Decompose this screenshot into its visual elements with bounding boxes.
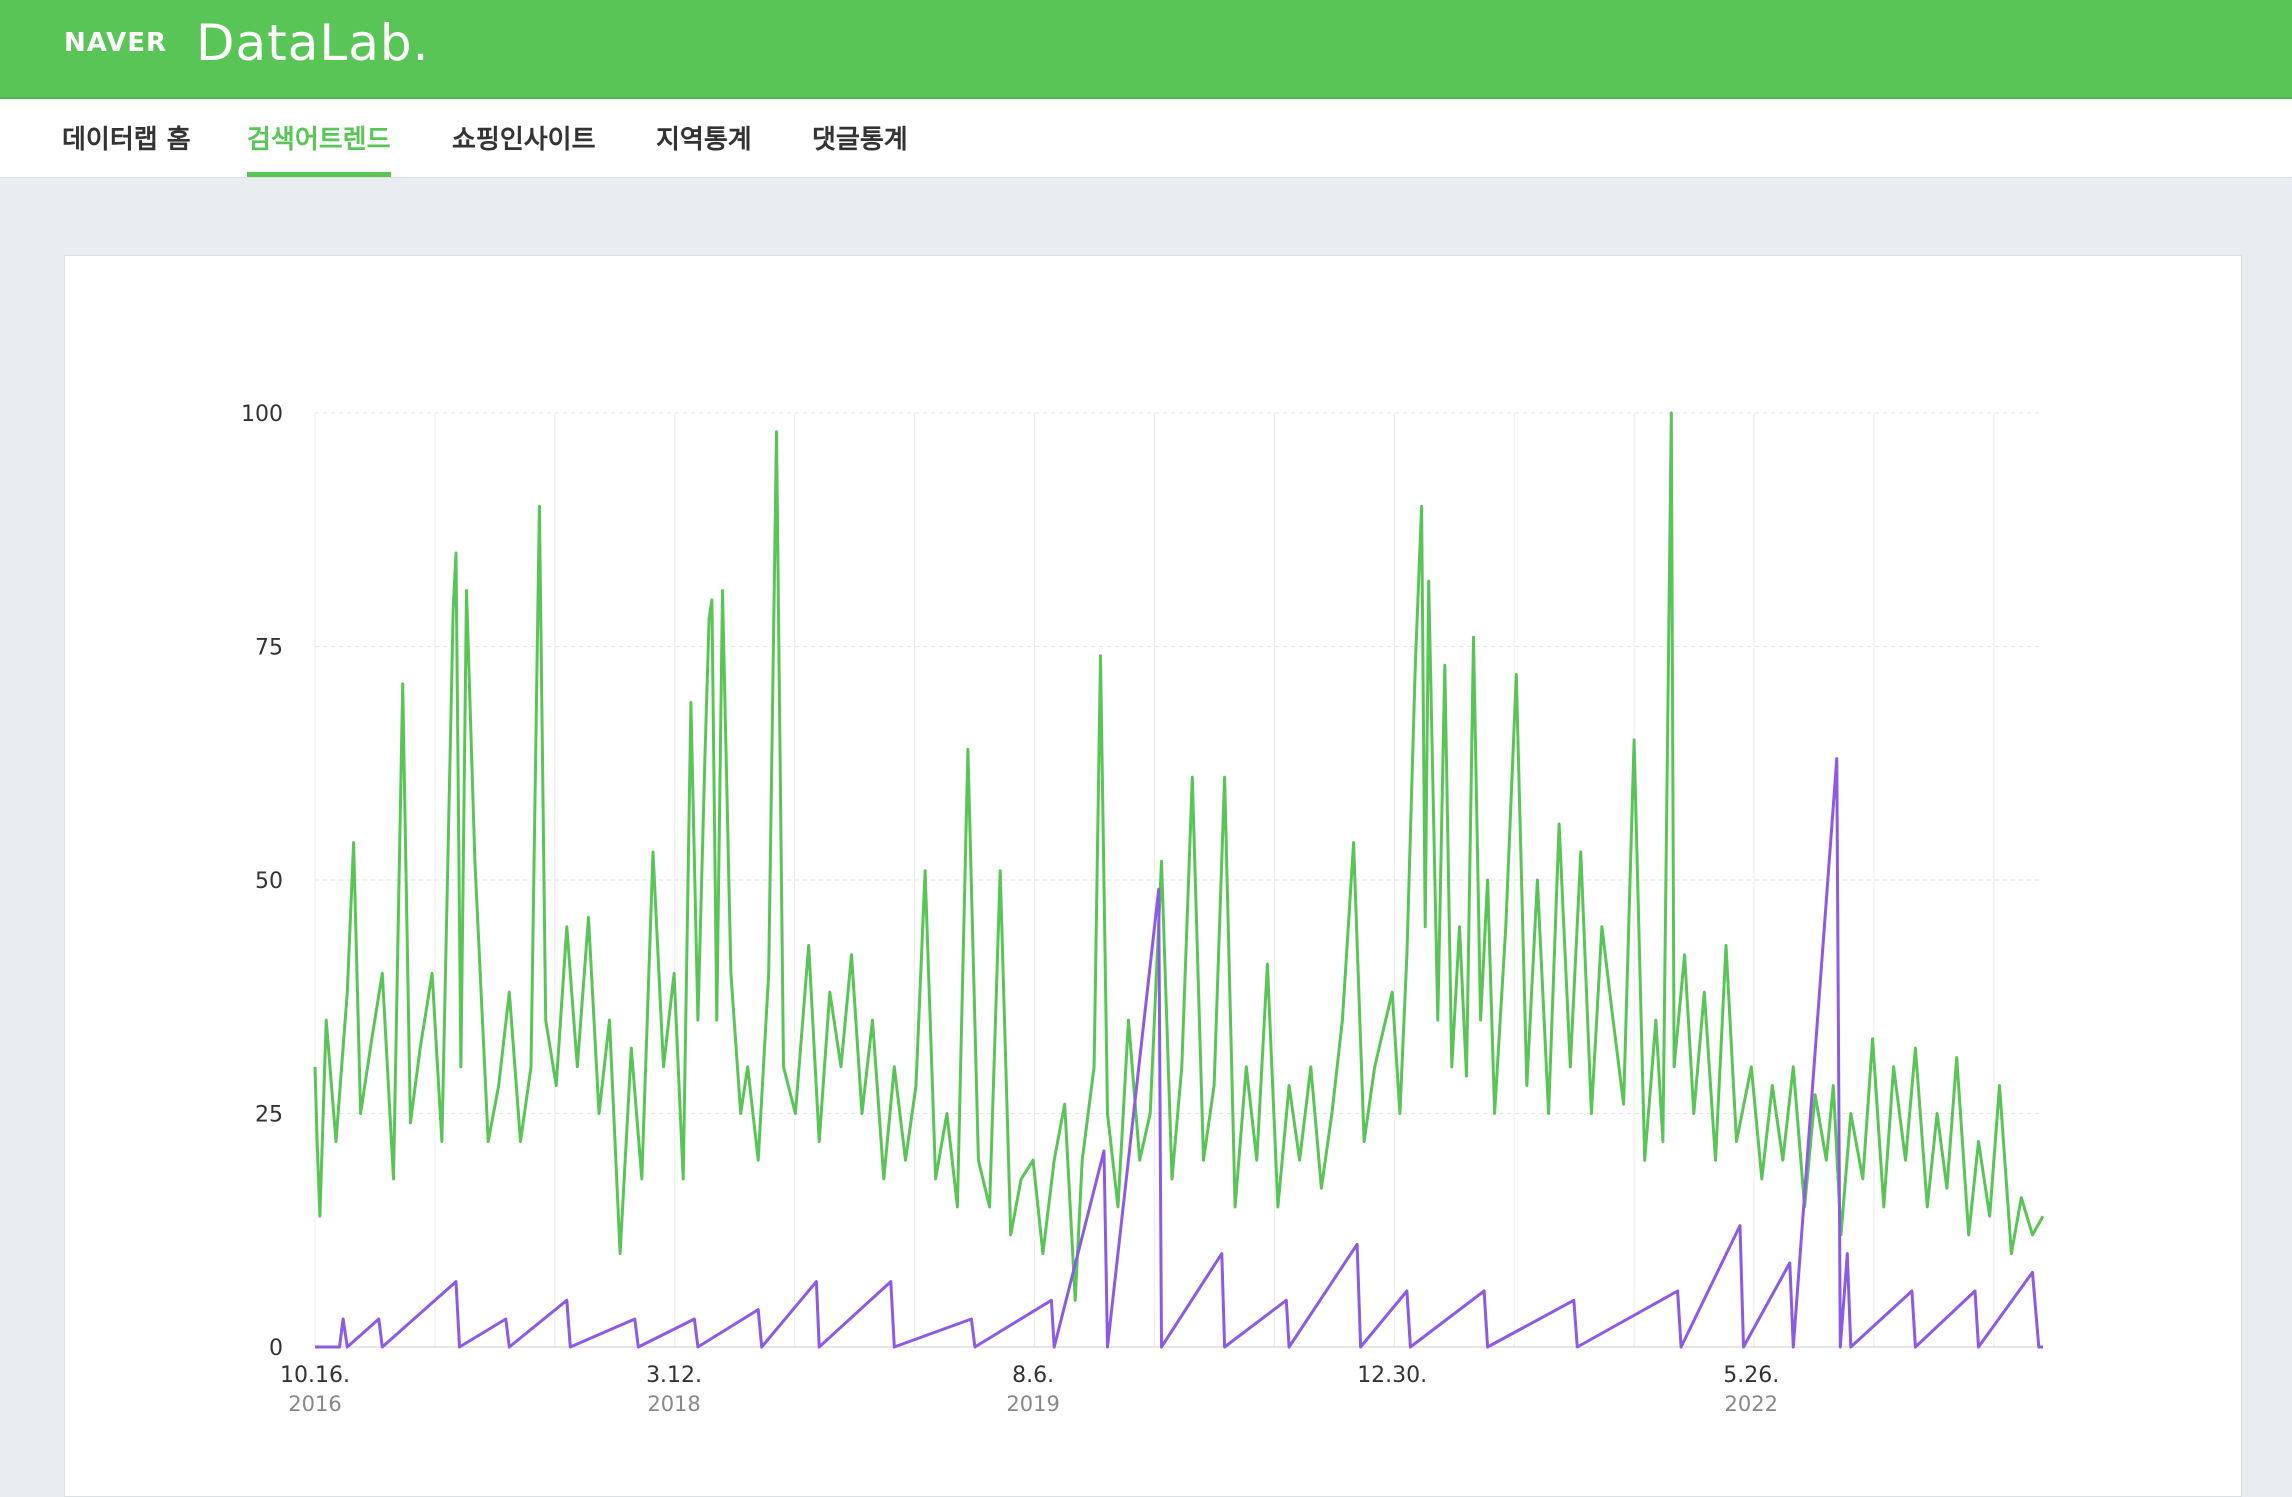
y-tick-label: 100 — [241, 402, 283, 427]
y-tick-label: 50 — [255, 869, 283, 894]
x-tick-year-label: 2022 — [1725, 1392, 1778, 1416]
series-line-purple — [315, 757, 2043, 1349]
y-tick-label: 75 — [255, 636, 283, 661]
nav-item-shopping-insight[interactable]: 쇼핑인사이트 — [452, 119, 596, 177]
nav-item-comment-stats[interactable]: 댓글통계 — [812, 119, 908, 177]
datalab-logo[interactable]: DataLab. — [196, 14, 430, 72]
nav-item-datalab-home[interactable]: 데이터랩 홈 — [62, 119, 191, 177]
y-tick-label: 0 — [269, 1336, 283, 1361]
chart-card: 0 25 50 75 100 10.16. 2016 3.12. 2018 8.6. 2019 12.… — [64, 255, 2242, 1497]
x-tick-label: 12.30. — [1357, 1363, 1427, 1388]
x-tick-year-label: 2019 — [1006, 1392, 1059, 1416]
y-tick-label: 25 — [255, 1103, 283, 1128]
series-line-green — [313, 411, 2045, 1302]
top-header-bar: NAVER DataLab. — [0, 0, 2292, 99]
x-tick-label: 8.6. — [1012, 1363, 1054, 1388]
trend-chart: 0 25 50 75 100 10.16. 2016 3.12. 2018 8.6. 2019 12.… — [241, 402, 2045, 1416]
x-tick-year-label: 2016 — [288, 1392, 341, 1416]
x-tick-year-label: 2018 — [647, 1392, 700, 1416]
x-tick-label: 10.16. — [280, 1363, 350, 1388]
main-nav: 데이터랩 홈 검색어트렌드 쇼핑인사이트 지역통계 댓글통계 — [0, 99, 2292, 178]
x-tick-label: 3.12. — [646, 1363, 702, 1388]
nav-item-regional-stats[interactable]: 지역통계 — [656, 119, 752, 177]
x-tick-label: 5.26. — [1723, 1363, 1779, 1388]
naver-logo[interactable]: NAVER — [64, 28, 167, 58]
nav-item-search-trend[interactable]: 검색어트렌드 — [247, 119, 391, 177]
